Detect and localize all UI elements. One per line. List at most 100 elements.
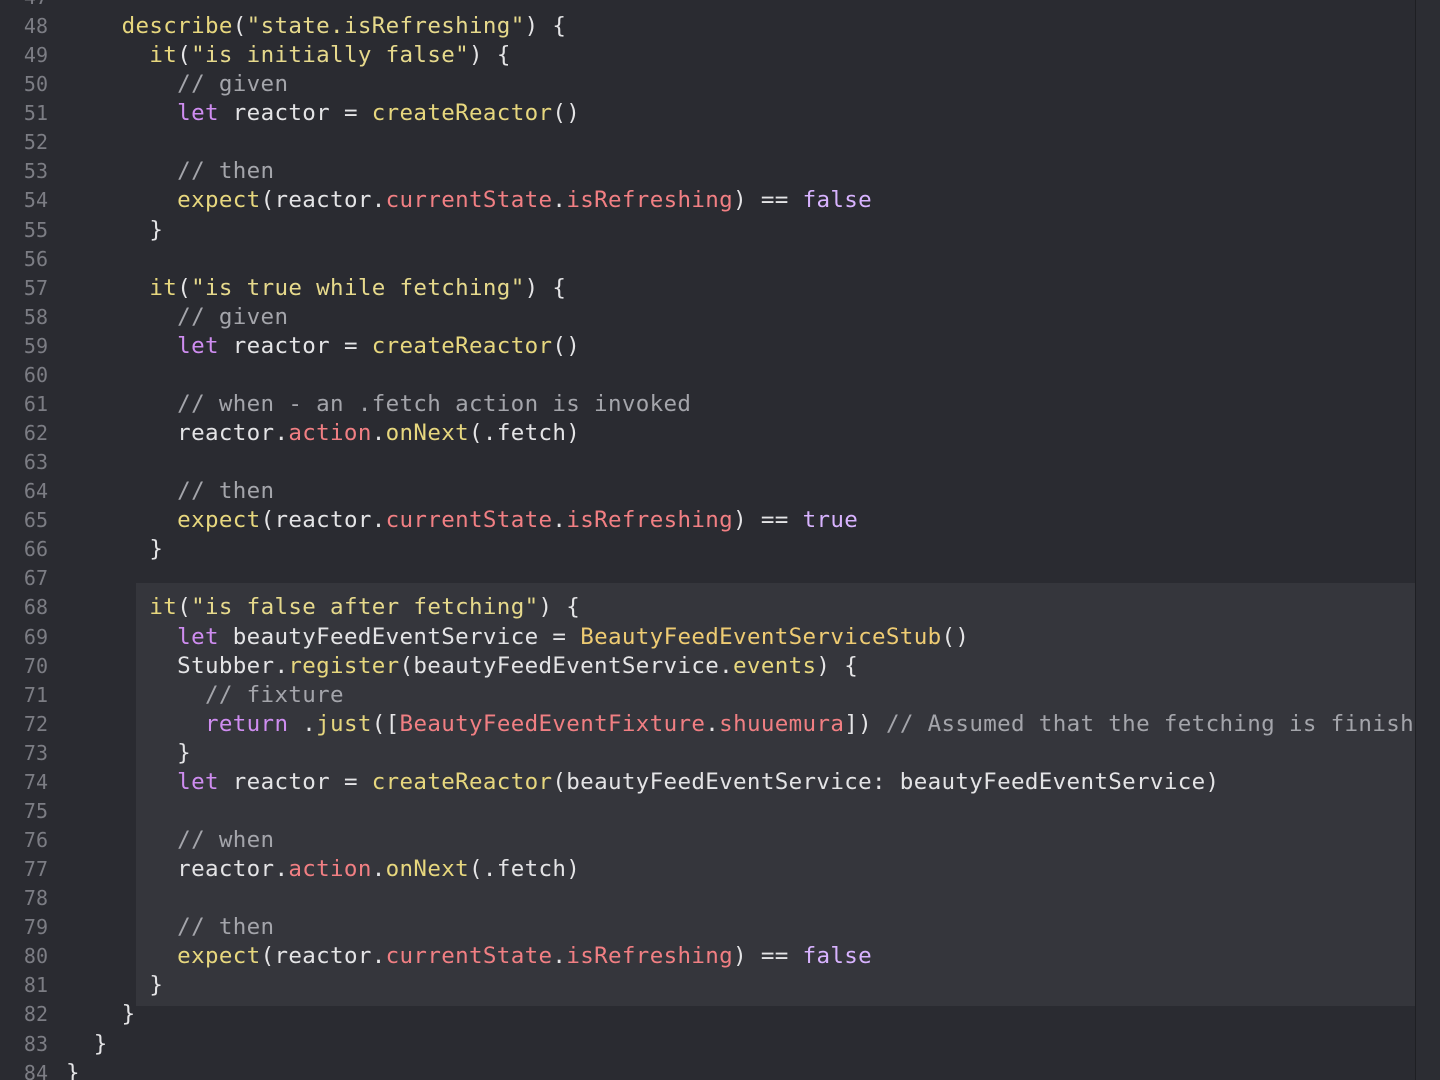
code-line[interactable]: 51 let reactor = createReactor() (0, 99, 1440, 128)
code-token: BeautyFeedEventFixture (399, 710, 706, 737)
code-line[interactable]: 76 // when (0, 826, 1440, 855)
code-line[interactable]: 65 expect(reactor.currentState.isRefresh… (0, 506, 1440, 535)
line-code: reactor.action.onNext(.fetch) (66, 855, 580, 884)
code-line[interactable]: 58 // given (0, 303, 1440, 332)
line-code: describe("state.isRefreshing") { (66, 12, 566, 41)
code-line[interactable]: 74 let reactor = createReactor(beautyFee… (0, 768, 1440, 797)
code-line[interactable]: 47 (0, 0, 1440, 12)
code-token: } (66, 739, 192, 766)
code-token: let (177, 100, 219, 127)
code-token: // Assumed that the fetching is finished (885, 710, 1440, 737)
line-number: 80 (23, 944, 48, 969)
code-token: ([ (371, 710, 400, 737)
code-line[interactable]: 62 reactor.action.onNext(.fetch) (0, 419, 1440, 448)
line-code: it("is initially false") { (66, 41, 511, 70)
code-line[interactable]: 69 let beautyFeedEventService = BeautyFe… (0, 623, 1440, 652)
code-line[interactable]: 77 reactor.action.onNext(.fetch) (0, 855, 1440, 884)
code-line[interactable]: 50 // given (0, 70, 1440, 99)
code-token: expect (177, 187, 261, 214)
code-token: ( (177, 274, 192, 301)
code-token: ) == (733, 507, 803, 534)
code-line[interactable]: 48 describe("state.isRefreshing") { (0, 12, 1440, 41)
line-number: 78 (23, 886, 48, 911)
code-token: ( (177, 42, 192, 69)
code-token: false (802, 943, 873, 970)
code-token: describe (121, 13, 233, 40)
code-line[interactable]: 64 // then (0, 477, 1440, 506)
code-line[interactable]: 70 Stubber.register(beautyFeedEventServi… (0, 652, 1440, 681)
line-number: 82 (23, 1002, 48, 1027)
code-line[interactable]: 71 // fixture (0, 681, 1440, 710)
line-code: } (66, 216, 163, 245)
code-token: ) == (733, 187, 803, 214)
code-line[interactable]: 82 } (0, 1000, 1440, 1029)
code-token: currentState (385, 187, 553, 214)
code-token: } (66, 972, 164, 999)
line-number: 69 (23, 624, 48, 649)
line-number: 47 (0, 0, 48, 12)
line-code: // when (66, 826, 274, 855)
code-line[interactable]: 78 (0, 884, 1440, 913)
code-token: } (66, 1059, 80, 1080)
code-line[interactable]: 55 } (0, 216, 1440, 245)
code-line[interactable]: 81 } (0, 971, 1440, 1000)
code-line[interactable]: 56 (0, 245, 1440, 274)
line-code: expect(reactor.currentState.isRefreshing… (66, 942, 872, 971)
code-line[interactable]: 67 (0, 564, 1440, 593)
line-code: it("is false after fetching") { (66, 593, 580, 622)
code-token: // given (177, 303, 289, 330)
code-token: BeautyFeedEventServiceStub (580, 623, 942, 650)
line-number: 54 (23, 188, 48, 213)
code-token: let (177, 623, 219, 650)
code-line[interactable]: 72 return .just([BeautyFeedEventFixture.… (0, 710, 1440, 739)
code-token: createReactor (371, 332, 553, 359)
vertical-scrollbar[interactable] (1415, 0, 1440, 1080)
code-token: ) { (469, 42, 511, 69)
line-code: it("is true while fetching") { (66, 274, 566, 303)
code-line[interactable]: 80 expect(reactor.currentState.isRefresh… (0, 942, 1440, 971)
code-token: } (66, 216, 164, 243)
code-line[interactable]: 60 (0, 361, 1440, 390)
code-token: "is true while fetching" (191, 274, 525, 301)
code-token: reactor. (66, 856, 289, 883)
code-token: . (552, 943, 567, 970)
line-code: } (66, 535, 163, 564)
code-line[interactable]: 52 (0, 128, 1440, 157)
code-line[interactable]: 61 // when - an .fetch action is invoked (0, 390, 1440, 419)
code-editor[interactable]: 4748 describe("state.isRefreshing") {49 … (0, 0, 1440, 1080)
line-number: 52 (23, 130, 48, 155)
line-number: 67 (23, 566, 48, 591)
code-line[interactable]: 73 } (0, 739, 1440, 768)
code-line[interactable]: 53 // then (0, 157, 1440, 186)
code-line[interactable]: 49 it("is initially false") { (0, 41, 1440, 70)
code-line[interactable]: 79 // then (0, 913, 1440, 942)
line-code: // when - an .fetch action is invoked (66, 390, 691, 419)
code-token: it (149, 42, 178, 69)
code-token: ) { (816, 652, 859, 679)
line-code: } (66, 1059, 80, 1080)
code-line[interactable]: 75 (0, 797, 1440, 826)
code-token: // fixture (204, 681, 344, 708)
code-token: action (288, 856, 372, 883)
code-token: (beautyFeedEventService: beautyFeedEvent… (552, 768, 1220, 795)
code-token: ) == (733, 943, 803, 970)
line-number: 81 (23, 973, 48, 998)
code-line[interactable]: 57 it("is true while fetching") { (0, 274, 1440, 303)
code-line[interactable]: 66 } (0, 535, 1440, 564)
code-line[interactable]: 63 (0, 448, 1440, 477)
line-number: 59 (23, 333, 48, 358)
code-line[interactable]: 83 } (0, 1030, 1440, 1059)
code-line[interactable]: 68 it("is false after fetching") { (0, 593, 1440, 622)
code-token: // then (177, 478, 275, 505)
code-line[interactable]: 59 let reactor = createReactor() (0, 332, 1440, 361)
code-line[interactable]: 54 expect(reactor.currentState.isRefresh… (0, 186, 1440, 215)
code-line[interactable]: 84} (0, 1059, 1440, 1080)
